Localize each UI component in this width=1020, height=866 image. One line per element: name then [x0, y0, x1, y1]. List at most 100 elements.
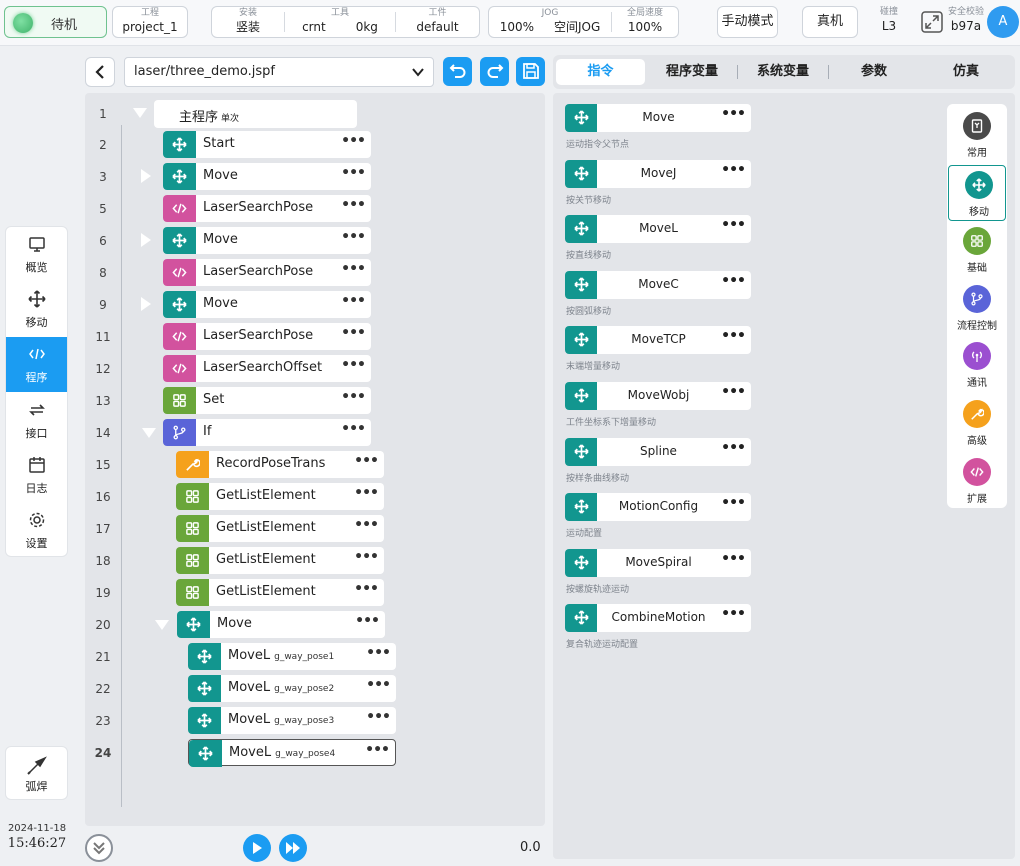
instruction-item[interactable]: MoveC ••• — [565, 270, 751, 299]
nav-item-overview[interactable]: 概览 — [6, 227, 67, 282]
tab-parameters[interactable]: 参数 — [830, 59, 918, 85]
more-icon[interactable]: ••• — [721, 495, 746, 511]
tree-node[interactable]: LaserSearchPose ••• — [163, 259, 371, 286]
more-icon[interactable]: ••• — [355, 613, 380, 629]
expand-caret-icon[interactable] — [141, 169, 151, 183]
back-button[interactable] — [85, 57, 115, 87]
category-code[interactable]: 扩展 — [947, 453, 1007, 509]
tree-node[interactable]: LaserSearchPose ••• — [163, 323, 371, 350]
more-icon[interactable]: ••• — [721, 384, 746, 400]
more-icon[interactable]: ••• — [341, 325, 366, 341]
more-icon[interactable]: ••• — [354, 485, 379, 501]
collapse-caret-icon[interactable] — [142, 428, 156, 438]
more-icon[interactable]: ••• — [341, 229, 366, 245]
avatar[interactable]: A — [987, 6, 1019, 38]
safety-checksum[interactable]: 安全校验 b97a — [946, 6, 986, 36]
more-icon[interactable]: ••• — [354, 517, 379, 533]
category-bookmark[interactable]: 常用 — [947, 107, 1007, 163]
robot-status[interactable]: 待机 — [4, 6, 107, 38]
tree-node[interactable]: If ••• — [163, 419, 371, 446]
instruction-item[interactable]: MoveTCP ••• — [565, 326, 751, 355]
tree-node[interactable]: Move ••• — [163, 291, 371, 318]
tree-node[interactable]: Move ••• — [163, 227, 371, 254]
manual-mode-button[interactable]: 手动模式 — [717, 6, 778, 38]
more-icon[interactable]: ••• — [366, 709, 391, 725]
redo-button[interactable] — [480, 57, 509, 86]
tree-node[interactable]: LaserSearchOffset ••• — [163, 355, 371, 382]
tree-node[interactable]: GetListElement ••• — [176, 579, 384, 606]
arc-weld-button[interactable]: 弧焊 — [5, 746, 68, 800]
more-icon[interactable]: ••• — [354, 581, 379, 597]
instruction-item[interactable]: CombineMotion ••• — [565, 604, 751, 633]
run-button[interactable] — [243, 834, 271, 862]
collision-level[interactable]: 碰撞 L3 — [872, 6, 906, 36]
nav-item-move[interactable]: 移动 — [6, 282, 67, 337]
category-wrench[interactable]: 高级 — [947, 395, 1007, 451]
tree-node[interactable]: GetListElement ••• — [176, 547, 384, 574]
tree-node[interactable]: MoveL g_way_pose2 ••• — [188, 675, 396, 702]
more-icon[interactable]: ••• — [721, 217, 746, 233]
tab-instructions[interactable]: 指令 — [556, 59, 645, 85]
more-icon[interactable]: ••• — [366, 645, 391, 661]
more-icon[interactable]: ••• — [341, 293, 366, 309]
collapse-caret-icon[interactable] — [133, 108, 147, 118]
more-icon[interactable]: ••• — [721, 551, 746, 567]
instruction-item[interactable]: MotionConfig ••• — [565, 493, 751, 522]
collapse-caret-icon[interactable] — [155, 620, 169, 630]
tree-node[interactable]: LaserSearchPose ••• — [163, 195, 371, 222]
category-grid[interactable]: 基础 — [947, 222, 1007, 278]
expand-caret-icon[interactable] — [141, 233, 151, 247]
nav-item-interface[interactable]: 接口 — [6, 393, 67, 448]
more-icon[interactable]: ••• — [341, 389, 366, 405]
instruction-item[interactable]: Move ••• — [565, 104, 751, 132]
nav-item-program[interactable]: 程序 — [6, 337, 67, 392]
instruction-item[interactable]: MoveL ••• — [565, 215, 751, 244]
more-icon[interactable]: ••• — [721, 440, 746, 456]
tree-node[interactable]: Move ••• — [163, 163, 371, 190]
tree-node[interactable]: GetListElement ••• — [176, 515, 384, 542]
undo-button[interactable] — [443, 57, 472, 86]
tab-program-variables[interactable]: 程序变量 — [648, 59, 736, 85]
more-icon[interactable]: ••• — [721, 162, 746, 178]
tree-node[interactable]: Start ••• — [163, 131, 371, 158]
step-button[interactable] — [279, 834, 307, 862]
real-robot-button[interactable]: 真机 — [802, 6, 858, 38]
root-node[interactable]: 主程序 单次 — [154, 100, 357, 128]
more-icon[interactable]: ••• — [721, 273, 746, 289]
more-icon[interactable]: ••• — [341, 421, 366, 437]
scroll-down-button[interactable] — [85, 834, 113, 862]
tab-system-variables[interactable]: 系统变量 — [739, 59, 827, 85]
jog-speed-box[interactable]: JOG 100% 空间JOG 全局速度 100% — [488, 6, 679, 38]
more-icon[interactable]: ••• — [721, 106, 746, 122]
instruction-item[interactable]: MoveJ ••• — [565, 159, 751, 188]
more-icon[interactable]: ••• — [366, 677, 391, 693]
tab-simulation[interactable]: 仿真 — [921, 59, 1011, 85]
more-icon[interactable]: ••• — [365, 742, 390, 758]
nav-item-log[interactable]: 日志 — [6, 448, 67, 503]
tree-node[interactable]: Set ••• — [163, 387, 371, 414]
tree-node[interactable]: MoveL g_way_pose4 ••• — [188, 739, 396, 767]
category-antenna[interactable]: 通讯 — [947, 337, 1007, 393]
more-icon[interactable]: ••• — [721, 328, 746, 344]
expand-caret-icon[interactable] — [141, 297, 151, 311]
more-icon[interactable]: ••• — [341, 165, 366, 181]
more-icon[interactable]: ••• — [354, 453, 379, 469]
instruction-item[interactable]: MoveSpiral ••• — [565, 548, 751, 577]
more-icon[interactable]: ••• — [721, 606, 746, 622]
more-icon[interactable]: ••• — [341, 197, 366, 213]
project-box[interactable]: 工程 project_1 — [112, 6, 188, 38]
more-icon[interactable]: ••• — [341, 261, 366, 277]
more-icon[interactable]: ••• — [341, 133, 366, 149]
tree-node[interactable]: Move ••• — [177, 611, 385, 638]
tree-node[interactable]: RecordPoseTrans ••• — [176, 451, 384, 478]
expand-icon[interactable] — [921, 11, 943, 37]
category-move[interactable]: 移动 — [948, 164, 1006, 221]
more-icon[interactable]: ••• — [341, 357, 366, 373]
category-branch[interactable]: 流程控制 — [947, 280, 1007, 336]
tree-node[interactable]: GetListElement ••• — [176, 483, 384, 510]
nav-item-settings[interactable]: 设置 — [6, 503, 67, 556]
save-button[interactable] — [516, 57, 545, 86]
install-tool-workpiece-box[interactable]: 安装 竖装 工具 crnt 0kg 工件 default — [211, 6, 480, 38]
instruction-item[interactable]: Spline ••• — [565, 437, 751, 466]
file-select[interactable]: laser/three_demo.jspf — [124, 57, 434, 87]
